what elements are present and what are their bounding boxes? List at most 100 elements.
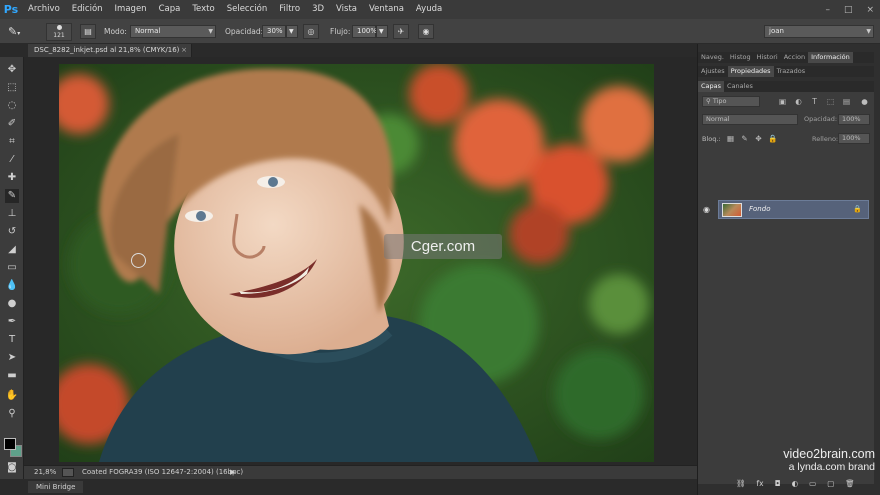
status-menu-arrow-icon[interactable]: ▶: [230, 468, 235, 476]
lock-label: Bloq.:: [702, 135, 721, 143]
dodge-tool-icon[interactable]: ●: [5, 297, 19, 311]
delete-layer-icon[interactable]: 🗑: [845, 479, 855, 488]
tab-historia[interactable]: Histori: [754, 52, 781, 63]
menu-edicion[interactable]: Edición: [66, 0, 109, 19]
filter-smart-object-icon[interactable]: ▤: [842, 97, 851, 106]
menu-3d[interactable]: 3D: [306, 0, 330, 19]
brush-panel-toggle-icon[interactable]: ▤: [80, 24, 96, 39]
menu-filtro[interactable]: Filtro: [273, 0, 306, 19]
new-layer-icon[interactable]: ▢: [827, 479, 834, 488]
opacity-label: Opacidad:: [225, 27, 264, 36]
tab-capas[interactable]: Capas: [698, 81, 725, 92]
airbrush-icon[interactable]: ✈: [393, 24, 409, 39]
document-tab[interactable]: DSC_8282_inkjet.psd al 21,8% (CMYK/16) ×: [28, 44, 192, 57]
mode-select[interactable]: Normal ▼: [130, 25, 216, 38]
layer-opacity-label: Opacidad:: [804, 115, 838, 123]
close-tab-icon[interactable]: ×: [181, 44, 187, 57]
status-icon[interactable]: [62, 468, 74, 477]
zoom-tool-icon[interactable]: ⚲: [5, 407, 19, 421]
flow-slider-toggle[interactable]: ▼: [376, 25, 388, 38]
layer-filter-select[interactable]: ⚲ Tipo: [702, 96, 760, 107]
tab-informacion[interactable]: Información: [808, 52, 853, 63]
lock-pixels-icon[interactable]: ✎: [740, 134, 749, 143]
move-tool-icon[interactable]: ✥: [5, 63, 19, 77]
new-group-icon[interactable]: ▭: [809, 479, 816, 488]
layers-footer: ⛓ fx ◘ ◐ ▭ ▢ 🗑: [698, 476, 874, 490]
menu-seleccion[interactable]: Selección: [221, 0, 274, 19]
zoom-level[interactable]: 21,8%: [34, 468, 56, 476]
history-brush-tool-icon[interactable]: ↺: [5, 225, 19, 239]
fill-field[interactable]: 100%: [838, 133, 870, 144]
brush-size-value: 121: [53, 32, 65, 39]
menu-ventana[interactable]: Ventana: [363, 0, 410, 19]
crop-tool-icon[interactable]: ⌗: [5, 135, 19, 149]
brand-line-2: a lynda.com brand: [788, 461, 875, 473]
lock-transparency-icon[interactable]: ▦: [726, 134, 735, 143]
mode-label: Modo:: [104, 27, 127, 36]
tab-navegador[interactable]: Naveg.: [698, 52, 727, 63]
fill-label: Relleno:: [812, 135, 839, 143]
menu-archivo[interactable]: Archivo: [22, 0, 66, 19]
blend-mode-select[interactable]: Normal: [702, 114, 798, 125]
marquee-tool-icon[interactable]: ⬚: [5, 81, 19, 95]
filter-shape-icon[interactable]: ⬚: [826, 97, 835, 106]
tab-histograma[interactable]: Histog: [727, 52, 754, 63]
lock-position-icon[interactable]: ✥: [754, 134, 763, 143]
right-panel-dock: Naveg. Histog Histori Accion Información…: [697, 44, 880, 495]
tab-canales[interactable]: Canales: [724, 81, 756, 92]
menu-imagen[interactable]: Imagen: [109, 0, 153, 19]
visibility-eye-icon[interactable]: ◉: [703, 205, 710, 214]
brush-preset-picker[interactable]: 121: [46, 23, 72, 41]
type-tool-icon[interactable]: T: [5, 333, 19, 347]
clone-stamp-tool-icon[interactable]: ⊥: [5, 207, 19, 221]
tab-acciones[interactable]: Accion: [781, 52, 808, 63]
tab-propiedades[interactable]: Propiedades: [727, 66, 774, 77]
document-tab-label: DSC_8282_inkjet.psd al 21,8% (CMYK/16): [34, 46, 180, 54]
opacity-field[interactable]: 30%: [262, 25, 286, 38]
layer-opacity-field[interactable]: 100%: [838, 114, 870, 125]
pressure-opacity-icon[interactable]: ◎: [303, 24, 319, 39]
hand-tool-icon[interactable]: ✋: [5, 389, 19, 403]
path-select-tool-icon[interactable]: ➤: [5, 351, 19, 365]
brush-tool-icon[interactable]: ✎▾: [8, 24, 30, 39]
menu-vista[interactable]: Vista: [330, 0, 363, 19]
menu-capa[interactable]: Capa: [153, 0, 187, 19]
workspace-select[interactable]: joan ▼: [764, 25, 874, 38]
lock-all-icon[interactable]: 🔒: [768, 134, 777, 143]
link-layers-icon[interactable]: ⛓: [736, 479, 746, 488]
maximize-icon[interactable]: □: [844, 5, 853, 15]
menu-ayuda[interactable]: Ayuda: [410, 0, 448, 19]
opacity-slider-toggle[interactable]: ▼: [286, 25, 298, 38]
filter-pixel-icon[interactable]: ▣: [778, 97, 787, 106]
tab-ajustes[interactable]: Ajustes: [698, 66, 728, 77]
minimize-icon[interactable]: –: [825, 5, 830, 15]
gradient-tool-icon[interactable]: ▭: [5, 261, 19, 275]
pen-tool-icon[interactable]: ✒: [5, 315, 19, 329]
document-image[interactable]: [59, 64, 654, 462]
filter-type-icon[interactable]: T: [810, 97, 819, 106]
lasso-tool-icon[interactable]: ◌: [5, 99, 19, 113]
rectangle-tool-icon[interactable]: ▬: [5, 369, 19, 383]
foreground-color-swatch[interactable]: [4, 438, 16, 450]
filter-adjustment-icon[interactable]: ◐: [794, 97, 803, 106]
mini-bridge-tab[interactable]: Mini Bridge: [28, 481, 84, 493]
tab-trazados[interactable]: Trazados: [774, 66, 809, 77]
layer-style-icon[interactable]: fx: [757, 479, 764, 488]
layer-row[interactable]: Fondo 🔒: [718, 200, 869, 219]
healing-brush-tool-icon[interactable]: ✚: [5, 171, 19, 185]
layers-panel-tabs: Capas Canales: [698, 81, 874, 92]
flow-field[interactable]: 100%: [352, 25, 377, 38]
blur-tool-icon[interactable]: 💧: [5, 279, 19, 293]
quick-select-tool-icon[interactable]: ✐: [5, 117, 19, 131]
quick-mask-icon[interactable]: ◙: [5, 461, 19, 475]
brush-tool-icon[interactable]: ✎: [5, 189, 19, 203]
filter-toggle-icon[interactable]: ●: [860, 97, 869, 106]
status-bar: 21,8% Coated FOGRA39 (ISO 12647-2:2004) …: [24, 465, 697, 479]
menu-texto[interactable]: Texto: [186, 0, 220, 19]
eraser-tool-icon[interactable]: ◢: [5, 243, 19, 257]
eyedropper-tool-icon[interactable]: ⁄: [5, 153, 19, 167]
pressure-size-icon[interactable]: ◉: [418, 24, 434, 39]
close-icon[interactable]: ×: [866, 5, 874, 15]
add-mask-icon[interactable]: ◘: [775, 479, 781, 488]
adjustment-layer-icon[interactable]: ◐: [792, 479, 799, 488]
